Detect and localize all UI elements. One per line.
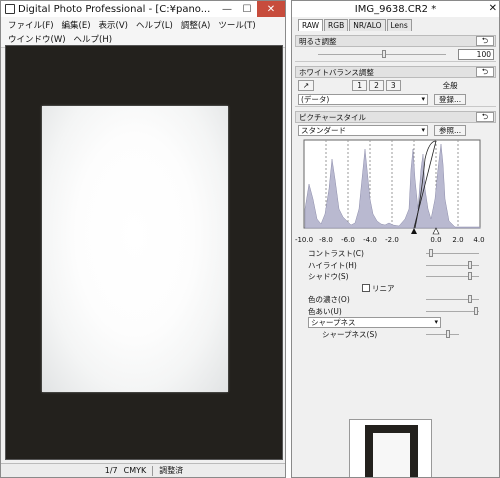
image-viewer[interactable]	[5, 45, 283, 460]
axis-label-2: 2.0	[452, 236, 463, 244]
eyedropper-button[interactable]: ↗	[298, 79, 315, 91]
param-shadow: シャドウ(S)	[292, 271, 499, 283]
menu-edit[interactable]: 編集(E)	[59, 18, 96, 32]
status-separator	[152, 465, 154, 476]
main-window: Digital Photo Professional - [C:¥pano...…	[0, 0, 286, 478]
menu-bar: ファイル(F) 編集(E) 表示(V) ヘルプ(L) 調整(A) ツール(T) …	[1, 17, 285, 48]
axis-label-0: 0.0	[430, 236, 441, 244]
tool-palette: IMG_9638.CR2 * ✕ RAW RGB NR/ALO Lens 明るさ…	[291, 0, 500, 478]
white-balance-section: ホワイトバランス調整 ⮌ ↗ 1 2 3 全般 (データ) 登録...	[295, 66, 496, 107]
picture-style-browse-button[interactable]: 参照...	[434, 124, 467, 136]
saturation-label: 色の濃さ(O)	[308, 295, 350, 305]
param-list: コントラスト(C) ハイライト(H) シャドウ(S) リニア 色の濃さ(O) 色…	[292, 248, 499, 340]
color-tone-label: 色あい(U)	[308, 306, 342, 316]
param-color-tone: 色あい(U)	[292, 306, 499, 318]
navigator-thumbnail[interactable]	[349, 419, 432, 477]
picture-style-header: ピクチャースタイル ⮌	[295, 111, 496, 123]
picture-style-title: ピクチャースタイル	[299, 112, 367, 122]
sharpness-slider[interactable]	[426, 329, 459, 340]
axis-label-m6: -6.0	[341, 236, 355, 244]
color-tone-slider[interactable]	[426, 306, 479, 317]
white-balance-picker-row: ↗ 1 2 3 全般	[295, 78, 496, 92]
status-zoom: 1/7	[104, 466, 118, 475]
brightness-row: 100	[295, 47, 496, 61]
param-linear: リニア	[292, 283, 499, 295]
brightness-section: 明るさ調整 ⮌ 100	[295, 35, 496, 62]
picture-style-select[interactable]: スタンダード	[298, 124, 428, 136]
tab-nr-alo[interactable]: NR/ALO	[349, 19, 386, 31]
param-sharpness: シャープネス(S)	[292, 329, 499, 341]
linear-label: リニア	[372, 283, 395, 293]
brightness-value[interactable]: 100	[458, 48, 494, 60]
axis-label-m8: -8.0	[319, 236, 333, 244]
status-bar: 1/7 CMYK 調整済	[1, 463, 285, 477]
param-color-saturation: 色の濃さ(O)	[292, 294, 499, 306]
shadow-label: シャドウ(S)	[308, 272, 349, 282]
main-titlebar: Digital Photo Professional - [C:¥pano...…	[1, 1, 285, 17]
status-color-mode: CMYK	[123, 466, 147, 475]
wb-all-label: 全般	[442, 80, 458, 90]
photo-preview	[42, 106, 228, 392]
brightness-title: 明るさ調整	[299, 36, 337, 46]
thumbnail-image	[365, 425, 418, 477]
param-sharpness-select: シャープネス	[292, 317, 499, 329]
menu-tools[interactable]: ツール(T)	[215, 18, 260, 32]
axis-label-m2: -2.0	[385, 236, 399, 244]
contrast-slider[interactable]	[426, 248, 479, 259]
menu-window[interactable]: ウインドウ(W)	[5, 32, 71, 46]
white-balance-select-row: (データ) 登録...	[295, 92, 496, 106]
white-balance-header: ホワイトバランス調整 ⮌	[295, 66, 496, 78]
close-button[interactable]: ✕	[257, 1, 285, 17]
menu-adjust[interactable]: 調整(A)	[178, 18, 215, 32]
minimize-button[interactable]: —	[217, 1, 237, 17]
window-title: Digital Photo Professional - [C:¥pano...	[18, 3, 211, 15]
param-contrast: コントラスト(C)	[292, 248, 499, 260]
picture-style-row: スタンダード 参照...	[295, 123, 496, 137]
picture-style-reset-button[interactable]: ⮌	[476, 112, 494, 122]
sharpness-select[interactable]: シャープネス	[308, 317, 441, 329]
tool-tabs: RAW RGB NR/ALO Lens	[292, 17, 499, 31]
tool-title: IMG_9638.CR2 *	[354, 3, 437, 15]
sharpness-label: シャープネス(S)	[322, 329, 378, 339]
white-balance-select[interactable]: (データ)	[298, 93, 428, 105]
menu-view[interactable]: 表示(V)	[96, 18, 133, 32]
tab-lens[interactable]: Lens	[386, 19, 412, 31]
wb-register-button[interactable]: 登録...	[434, 93, 467, 105]
brightness-slider[interactable]	[318, 47, 446, 61]
param-highlight: ハイライト(H)	[292, 260, 499, 272]
menu-file[interactable]: ファイル(F)	[5, 18, 59, 32]
app-icon	[5, 4, 15, 14]
white-balance-title: ホワイトバランス調整	[299, 67, 374, 77]
tab-rgb[interactable]: RGB	[324, 19, 349, 31]
contrast-label: コントラスト(C)	[308, 249, 364, 259]
wb-box-2[interactable]: 2	[369, 79, 384, 91]
brightness-header: 明るさ調整 ⮌	[295, 35, 496, 47]
axis-label-m10: -10.0	[295, 236, 313, 244]
tone-curve-histogram[interactable]: -10.0 -8.0 -6.0 -4.0 -2.0 0.0 2.0 4.0	[295, 139, 496, 244]
axis-label-m4: -4.0	[363, 236, 377, 244]
wb-box-1[interactable]: 1	[352, 79, 368, 91]
maximize-button[interactable]: ☐	[237, 1, 257, 17]
brightness-reset-button[interactable]: ⮌	[476, 36, 494, 46]
saturation-slider[interactable]	[426, 294, 479, 305]
picture-style-section: ピクチャースタイル ⮌ スタンダード 参照...	[295, 111, 496, 137]
linear-checkbox[interactable]	[362, 284, 370, 293]
status-state: 調整済	[159, 466, 184, 475]
shadow-slider[interactable]	[426, 271, 479, 282]
menu-help[interactable]: ヘルプ(H)	[71, 32, 118, 46]
histogram-graph[interactable]: -10.0 -8.0 -6.0 -4.0 -2.0 0.0 2.0 4.0	[295, 139, 498, 244]
wb-box-3[interactable]: 3	[385, 79, 401, 91]
menu-help-l[interactable]: ヘルプ(L)	[133, 18, 178, 32]
white-balance-reset-button[interactable]: ⮌	[476, 67, 494, 77]
tab-raw[interactable]: RAW	[298, 19, 324, 31]
tool-titlebar: IMG_9638.CR2 * ✕	[292, 1, 499, 17]
highlight-label: ハイライト(H)	[308, 260, 357, 270]
highlight-slider[interactable]	[426, 260, 479, 271]
tool-close-button[interactable]: ✕	[489, 3, 497, 14]
axis-label-4: 4.0	[473, 236, 484, 244]
